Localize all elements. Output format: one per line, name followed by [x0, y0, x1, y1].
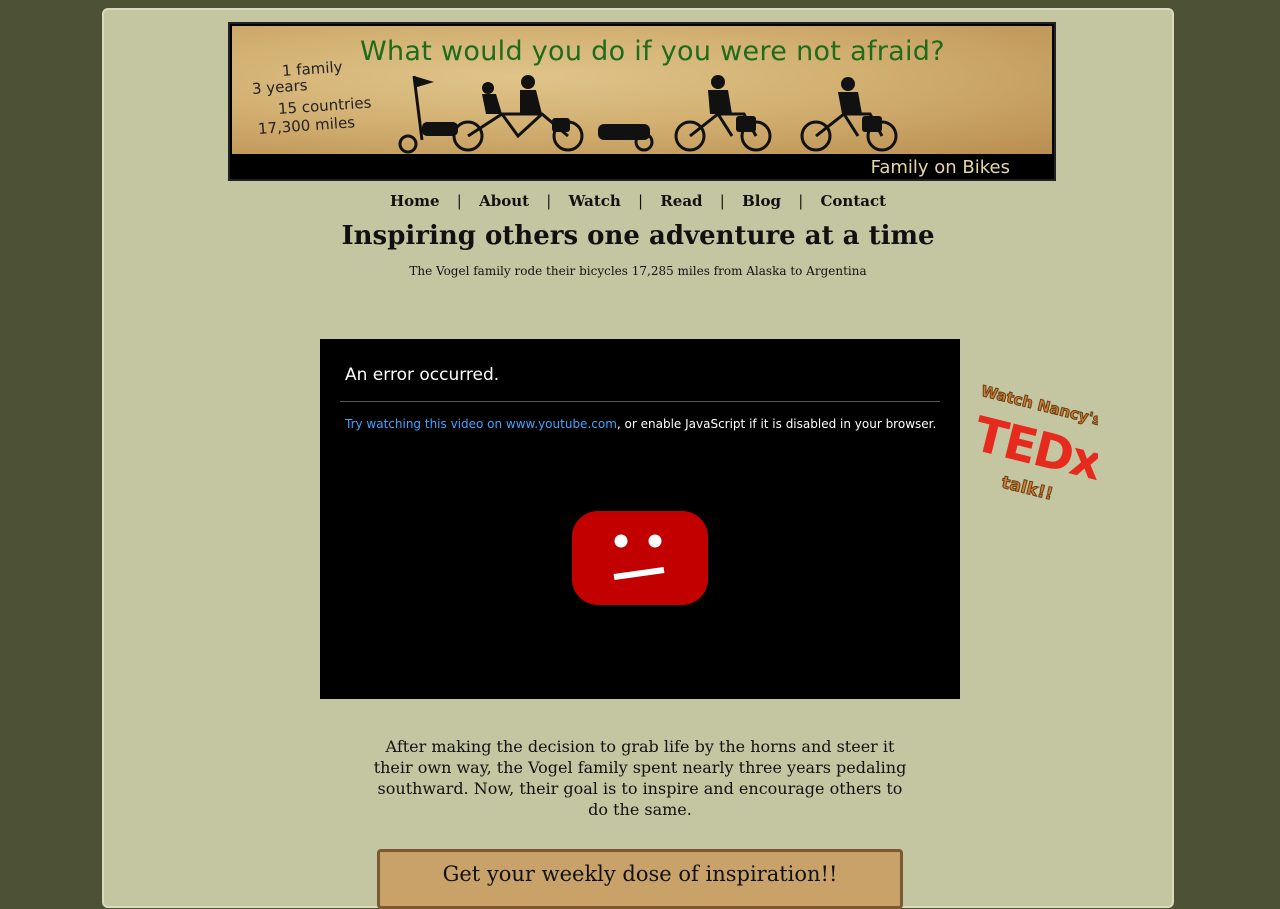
nav-separator: |	[719, 192, 725, 210]
site-brand: Family on Bikes	[870, 157, 1010, 178]
banner-stats: 1 family 3 years 15 countries 17,300 mil…	[248, 57, 378, 150]
banner-stat: 17,300 miles	[257, 113, 356, 138]
intro-paragraph: After making the decision to grab life b…	[373, 737, 907, 819]
nav-item-blog[interactable]: Blog	[742, 192, 781, 210]
page-subtitle: The Vogel family rode their bicycles 17,…	[409, 264, 867, 278]
site-banner[interactable]: What would you do if you were not afraid…	[228, 22, 1056, 181]
nav-separator: |	[798, 192, 804, 210]
sad-youtube-icon	[572, 511, 708, 605]
page-title: Inspiring others one adventure at a time	[341, 221, 935, 251]
video-error-message-rest: , or enable JavaScript if it is disabled…	[616, 417, 937, 431]
video-player[interactable]: An error occurred. Try watching this vid…	[320, 339, 960, 699]
nav-separator: |	[456, 192, 462, 210]
video-error-message: Try watching this video on www.youtube.c…	[345, 417, 936, 431]
nav-item-about[interactable]: About	[479, 192, 529, 210]
nav-separator: |	[546, 192, 552, 210]
video-error-title: An error occurred.	[345, 365, 500, 385]
nav-separator: |	[638, 192, 644, 210]
video-divider	[340, 401, 940, 402]
banner-stat: 1 family	[281, 57, 344, 80]
banner-artwork: What would you do if you were not afraid…	[232, 26, 1052, 154]
banner-stat: 15 countries	[277, 93, 372, 118]
nav-item-home[interactable]: Home	[390, 192, 440, 210]
nav-item-read[interactable]: Read	[660, 192, 702, 210]
newsletter-title: Get your weekly dose of inspiration!!	[442, 862, 838, 886]
cyclists-silhouette-image	[398, 75, 898, 154]
newsletter-box[interactable]: Get your weekly dose of inspiration!!	[377, 849, 903, 909]
main-nav: Home | About | Watch | Read | Blog | Con…	[104, 192, 1172, 210]
tedx-talk-badge[interactable]: Watch Nancy's TEDx talk!!	[962, 383, 1098, 505]
banner-brand-bar: Family on Bikes	[232, 155, 1052, 179]
content-panel: What would you do if you were not afraid…	[102, 8, 1174, 909]
youtube-link[interactable]: Try watching this video on www.youtube.c…	[345, 417, 617, 431]
banner-stat: 3 years	[251, 76, 309, 98]
banner-tagline: What would you do if you were not afraid…	[360, 36, 945, 67]
nav-item-contact[interactable]: Contact	[820, 192, 886, 210]
nav-item-watch[interactable]: Watch	[569, 192, 621, 210]
